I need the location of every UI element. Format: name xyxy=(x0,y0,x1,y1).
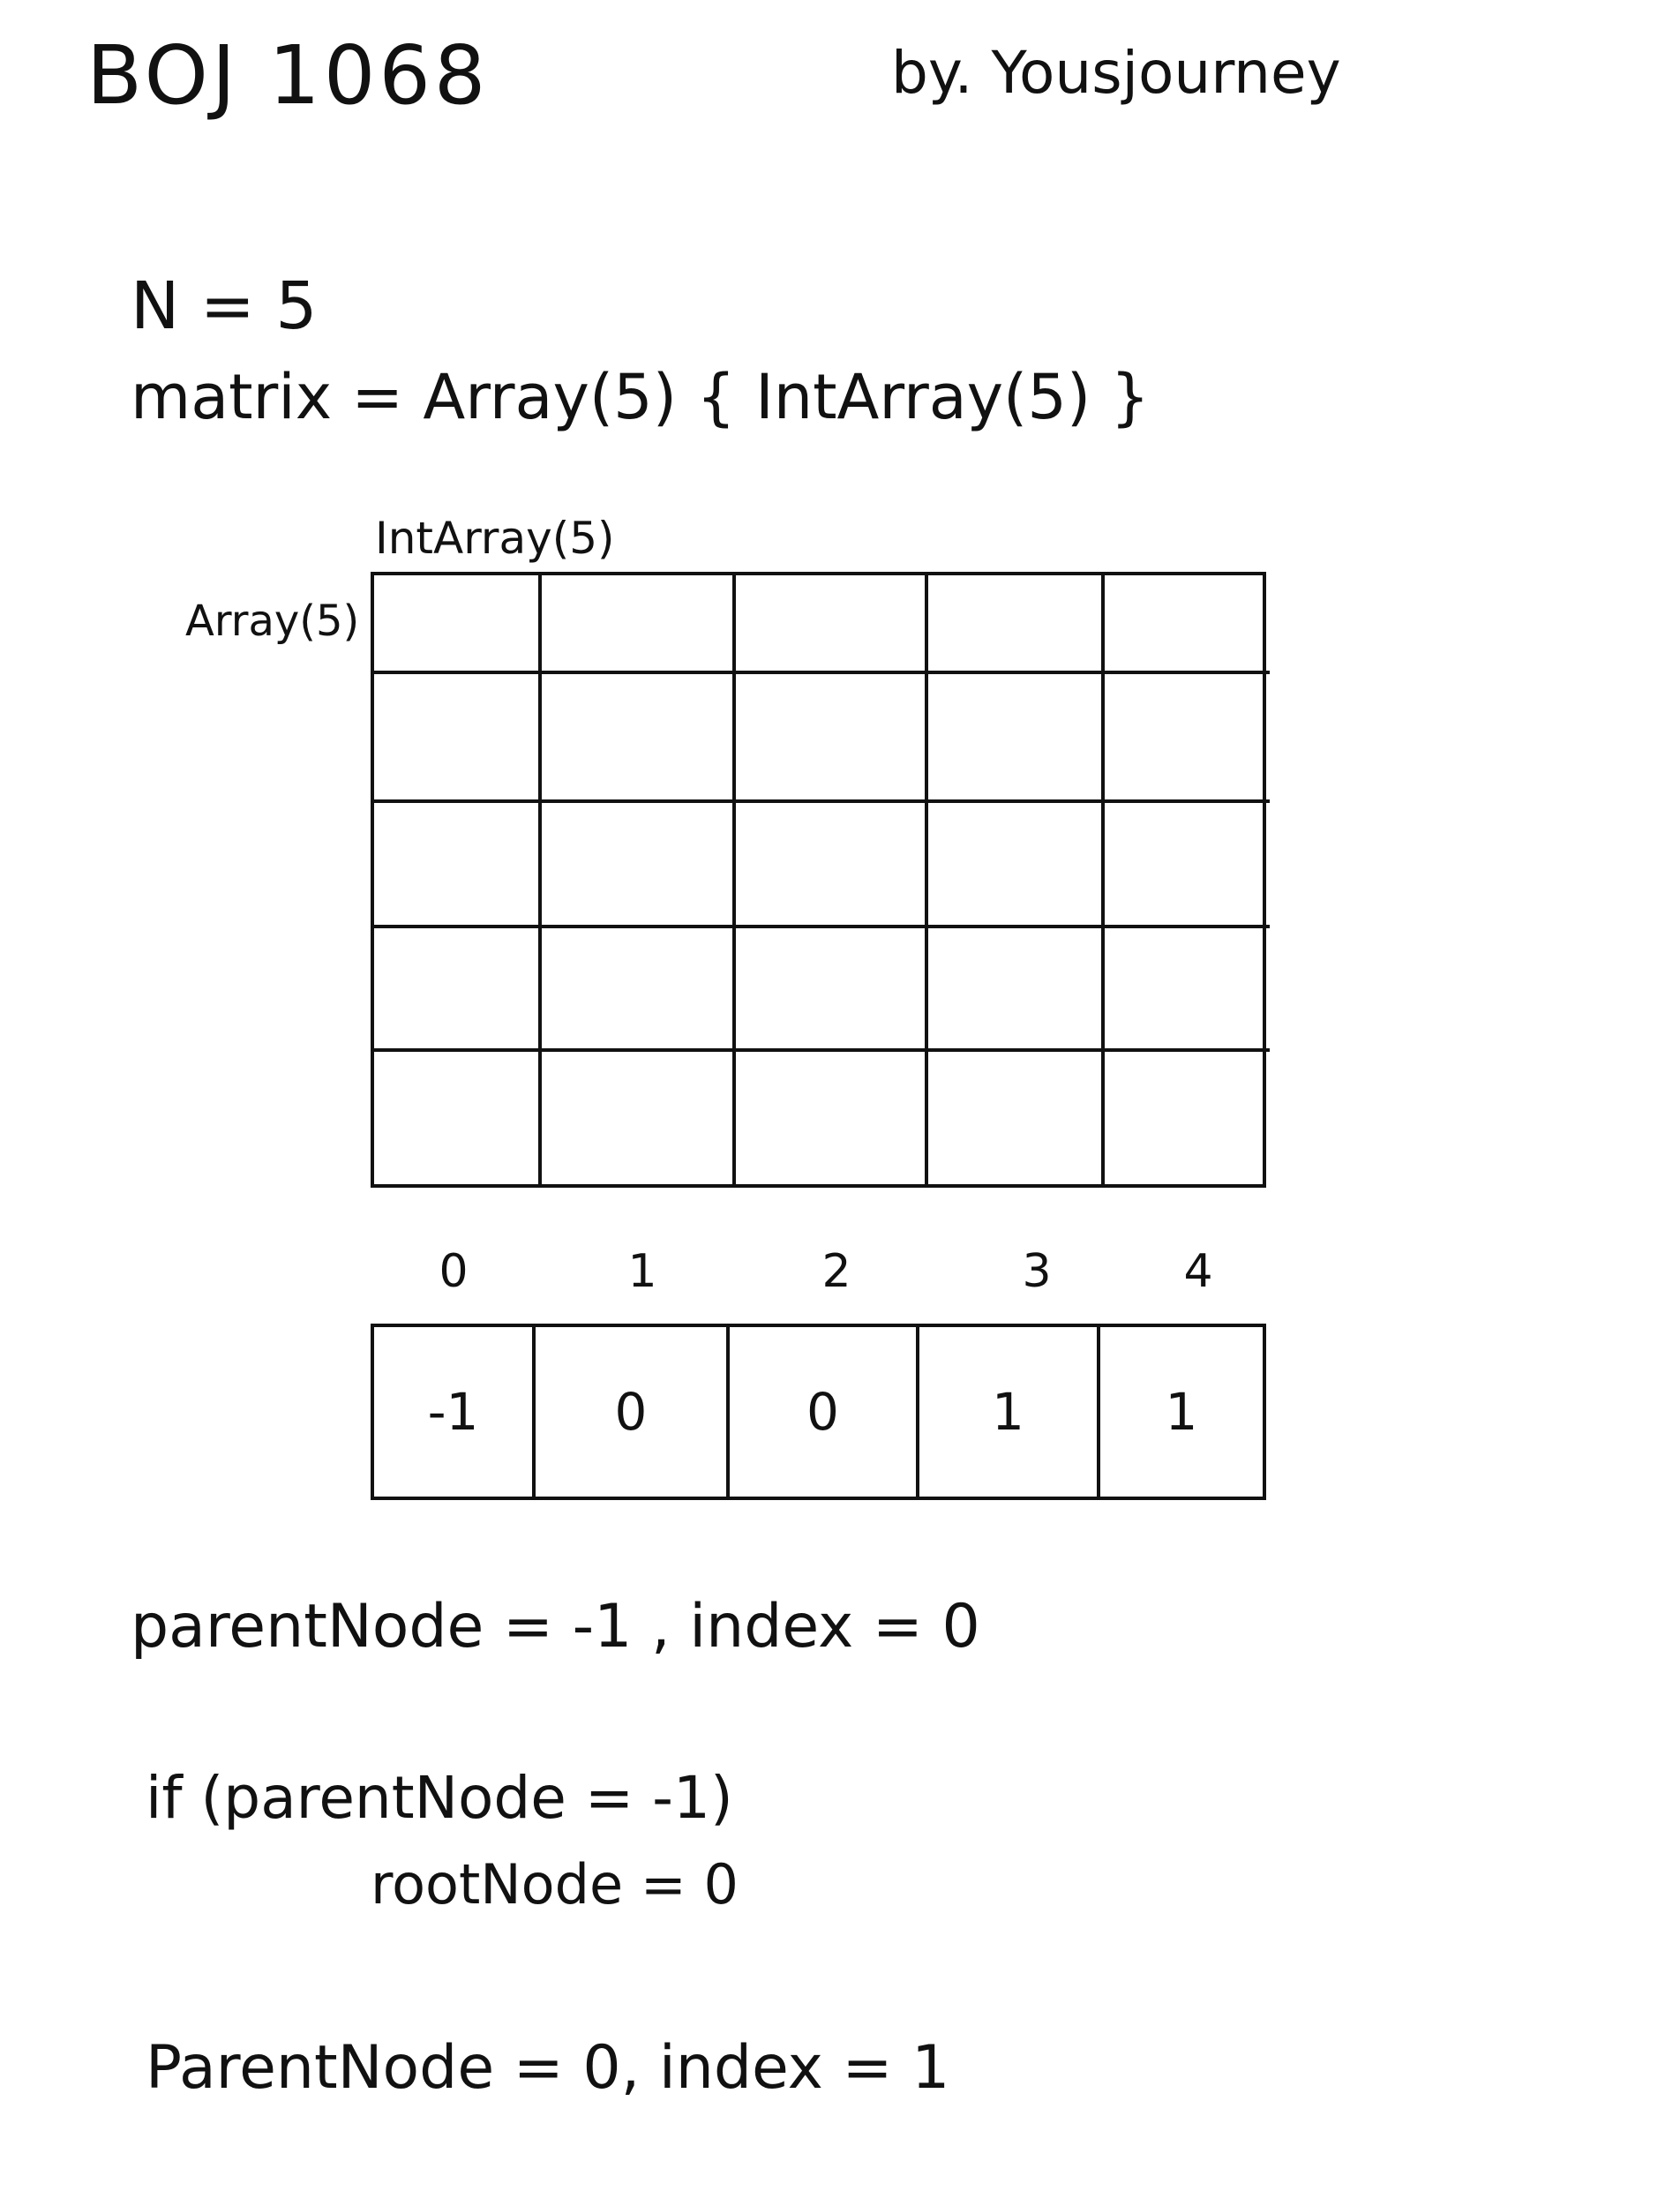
matrix-cell xyxy=(736,803,928,928)
matrix-cell xyxy=(1105,575,1270,674)
index-label: 2 xyxy=(821,1245,851,1298)
matrix-cell xyxy=(374,928,542,1052)
parent-cell: 0 xyxy=(730,1327,919,1497)
matrix-cell xyxy=(542,575,736,674)
step-three: ParentNode = 0, index = 1 xyxy=(146,2033,950,2103)
matrix-cell xyxy=(736,674,928,803)
matrix-cell xyxy=(928,928,1105,1052)
matrix-cell xyxy=(542,928,736,1052)
matrix-cell xyxy=(1105,928,1270,1052)
matrix-cell xyxy=(928,803,1105,928)
matrix-cell xyxy=(736,1052,928,1184)
index-label: 0 xyxy=(439,1245,469,1298)
matrix-cell xyxy=(542,803,736,928)
parent-cell: 0 xyxy=(536,1327,730,1497)
inner-array-label: IntArray(5) xyxy=(375,513,615,564)
matrix-cell xyxy=(928,575,1105,674)
index-label: 1 xyxy=(627,1245,657,1298)
outer-array-label: Array(5) xyxy=(185,597,360,646)
matrix-cell xyxy=(374,575,542,674)
matrix-grid xyxy=(371,572,1270,1188)
step-two-condition: if (parentNode = -1) xyxy=(146,1764,733,1832)
matrix-cell xyxy=(928,674,1105,803)
matrix-cell xyxy=(1105,803,1270,928)
index-label: 4 xyxy=(1183,1245,1213,1298)
step-two-body: rootNode = 0 xyxy=(371,1852,739,1917)
matrix-cell xyxy=(542,674,736,803)
matrix-cell xyxy=(928,1052,1105,1184)
matrix-cell xyxy=(374,1052,542,1184)
n-definition: N = 5 xyxy=(131,268,318,344)
matrix-cell xyxy=(736,575,928,674)
parent-cell: 1 xyxy=(1165,1382,1198,1442)
parent-array: -1 0 0 1 1 xyxy=(371,1324,1266,1500)
page-title: BOJ 1068 xyxy=(86,28,490,123)
step-one: parentNode = -1 , index = 0 xyxy=(131,1592,980,1662)
matrix-cell xyxy=(1105,1052,1270,1184)
matrix-cell xyxy=(736,928,928,1052)
matrix-cell xyxy=(374,674,542,803)
matrix-cell xyxy=(1105,674,1270,803)
index-label: 3 xyxy=(1022,1245,1052,1298)
matrix-cell xyxy=(374,803,542,928)
author-signature: by. Yousjourney xyxy=(891,39,1341,107)
matrix-cell xyxy=(542,1052,736,1184)
parent-cell: 1 xyxy=(919,1327,1100,1497)
matrix-definition: matrix = Array(5) { IntArray(5) } xyxy=(131,361,1150,433)
parent-cell: -1 xyxy=(374,1327,536,1497)
